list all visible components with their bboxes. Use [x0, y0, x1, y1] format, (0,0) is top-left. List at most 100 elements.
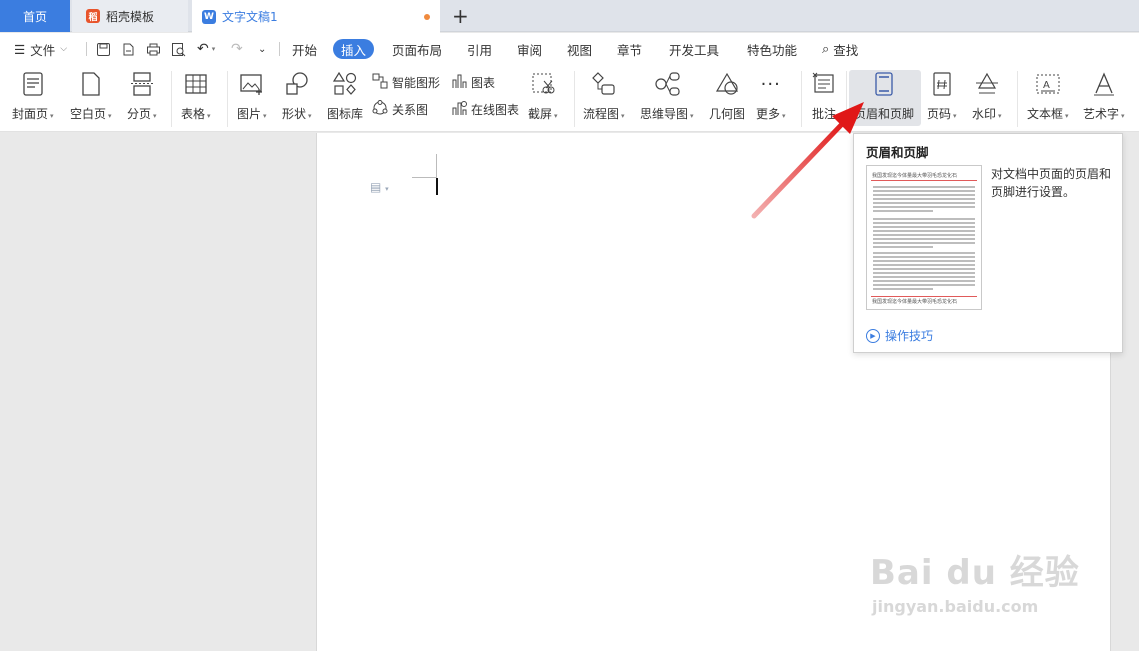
preview-text-line — [873, 284, 975, 286]
header-footer-icon — [870, 69, 898, 99]
save-icon[interactable] — [96, 33, 111, 65]
search-button[interactable]: ⌕ 查找 — [822, 33, 858, 65]
screenshot-button[interactable]: 截屏 ▾ — [528, 69, 558, 122]
flowchart-button[interactable]: 流程图 ▾ — [583, 69, 625, 122]
tab-special-features[interactable]: 特色功能 — [747, 33, 797, 65]
tab-view[interactable]: 视图 — [567, 33, 592, 65]
picture-button[interactable]: 图片 ▾ — [237, 69, 267, 122]
play-icon: ▶ — [866, 328, 880, 343]
icon-library-icon — [331, 69, 359, 99]
search-label: 查找 — [833, 42, 859, 58]
textbox-button[interactable]: A 文本框 ▾ — [1027, 69, 1069, 122]
preview-footer-text: 我国发现迄今体量最大带羽毛恐龙化石 — [872, 299, 958, 305]
tab-document[interactable]: W 文字文稿1 — [192, 0, 440, 33]
page-break-button[interactable]: 分页 ▾ — [127, 69, 157, 122]
online-chart-button[interactable]: 在线图表 — [451, 100, 519, 119]
preview-text-line — [873, 268, 975, 270]
redo-icon[interactable]: ↷ — [231, 33, 243, 65]
preview-header-text: 我国发现迄今体量最大带羽毛恐龙化石 — [872, 173, 958, 179]
file-menu[interactable]: ☰ 文件 ⌵ — [14, 33, 67, 65]
undo-button[interactable]: ↶ ▾ — [197, 33, 215, 65]
page-break-label: 分页 — [127, 107, 152, 121]
menu-row: ☰ 文件 ⌵ ↶ ▾ ↷ ⌄ 开始 插入 页面布局 引用 审阅 视图 章节 开发… — [0, 33, 1139, 65]
relation-chart-label: 关系图 — [392, 103, 429, 117]
quick-access-more-icon[interactable]: ⌄ — [258, 33, 266, 65]
export-icon[interactable] — [121, 33, 136, 65]
preview-text-line — [873, 242, 975, 244]
header-footer-tooltip: 页眉和页脚 我国发现迄今体量最大带羽毛恐龙化石 我国发现迄今体量最大带羽毛恐龙化… — [853, 133, 1123, 353]
tab-start[interactable]: 开始 — [292, 33, 317, 65]
cover-page-icon — [19, 69, 47, 99]
table-button[interactable]: 表格 ▾ — [181, 69, 211, 122]
preview-text-line — [873, 206, 975, 208]
screenshot-label: 截屏 — [528, 107, 553, 121]
smart-art-icon — [372, 73, 388, 92]
tab-home[interactable]: 首页 — [0, 0, 70, 32]
tooltip-title: 页眉和页脚 — [866, 145, 929, 160]
preview-text-line — [873, 234, 975, 236]
screenshot-icon — [529, 69, 557, 99]
svg-text:A: A — [1043, 80, 1050, 91]
preview-text-line — [873, 238, 975, 240]
preview-text-line — [873, 252, 975, 254]
mind-map-icon — [653, 69, 681, 99]
watermark-label: 水印 — [972, 107, 997, 121]
preview-header-line — [871, 180, 977, 181]
icon-library-label: 图标库 — [327, 107, 364, 121]
relation-chart-button[interactable]: 关系图 — [372, 100, 428, 119]
preview-text-line — [873, 246, 933, 248]
tab-insert[interactable]: 插入 — [333, 39, 375, 59]
blank-page-button[interactable]: 空白页 ▾ — [70, 69, 112, 122]
cover-page-button[interactable]: 封面页 ▾ — [12, 69, 54, 122]
tab-home-label: 首页 — [22, 9, 47, 24]
bar-chart-icon — [451, 73, 467, 92]
unsaved-dot-icon — [424, 14, 430, 20]
tips-link-label: 操作技巧 — [885, 329, 934, 343]
tab-review[interactable]: 审阅 — [517, 33, 542, 65]
online-chart-icon — [451, 100, 467, 119]
chart-button[interactable]: 图表 — [451, 73, 495, 92]
undo-icon: ↶ — [197, 41, 209, 57]
ribbon-divider — [1017, 71, 1018, 127]
print-preview-icon[interactable] — [171, 33, 186, 65]
tab-references[interactable]: 引用 — [467, 33, 492, 65]
tooltip-preview-image: 我国发现迄今体量最大带羽毛恐龙化石 我国发现迄今体量最大带羽毛恐龙化石 — [866, 165, 982, 310]
word-doc-icon: W — [202, 9, 216, 24]
menu-divider — [86, 42, 87, 56]
shape-icon — [283, 69, 311, 99]
wordart-button[interactable]: 艺术字 ▾ — [1083, 69, 1125, 122]
search-icon: ⌕ — [822, 41, 830, 57]
watermark-button[interactable]: 水印 ▾ — [972, 69, 1002, 122]
mind-map-button[interactable]: 思维导图 ▾ — [640, 69, 694, 122]
page-number-button[interactable]: 页码 ▾ — [927, 69, 957, 122]
watermark-brand: Bai du 经验 — [870, 553, 1080, 593]
tab-daoke-templates[interactable]: 稻 稻壳模板 — [72, 0, 188, 32]
annotation-arrow-icon — [751, 102, 864, 219]
blank-page-icon — [77, 69, 105, 99]
table-label: 表格 — [181, 107, 206, 121]
tips-link[interactable]: ▶ 操作技巧 — [866, 327, 933, 344]
print-icon[interactable] — [146, 33, 161, 65]
chart-label: 图表 — [471, 76, 496, 90]
tab-document-label: 文字文稿1 — [222, 10, 278, 24]
relation-chart-icon — [372, 100, 388, 119]
preview-text-line — [873, 222, 975, 224]
undo-dropdown-icon: ▾ — [211, 45, 216, 53]
tab-page-layout[interactable]: 页面布局 — [392, 33, 442, 65]
preview-footer-line — [871, 296, 977, 297]
preview-text-line — [873, 264, 975, 266]
preview-text-line — [873, 190, 975, 192]
tab-developer[interactable]: 开发工具 — [669, 33, 719, 65]
paragraph-layout-icon[interactable]: ▤ ▾ — [370, 180, 389, 194]
tab-section[interactable]: 章节 — [617, 33, 642, 65]
textbox-label: 文本框 — [1027, 107, 1064, 121]
shape-button[interactable]: 形状 ▾ — [282, 69, 312, 122]
icon-library-button[interactable]: 图标库 — [327, 69, 363, 122]
shape-label: 形状 — [282, 107, 307, 121]
smart-art-button[interactable]: 智能图形 — [372, 73, 440, 92]
tab-daoke-label: 稻壳模板 — [106, 9, 155, 24]
new-tab-button[interactable]: + — [452, 4, 469, 28]
preview-text-line — [873, 280, 975, 282]
preview-text-line — [873, 210, 933, 212]
preview-text-line — [873, 186, 975, 188]
